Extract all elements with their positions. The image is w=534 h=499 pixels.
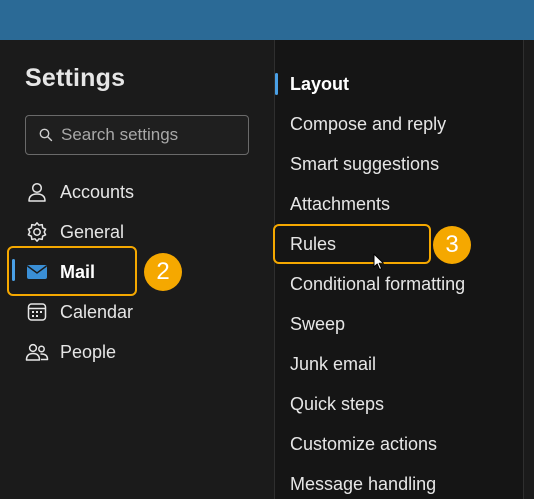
rules-highlight-box [273,224,431,264]
step-badge-3: 3 [433,226,471,264]
nav-item-calendar[interactable]: Calendar [25,298,133,326]
nav-label-people: People [60,341,117,362]
people-icon [25,340,49,364]
step-badge-2: 2 [144,253,182,291]
nav-item-general[interactable]: General [25,218,124,246]
search-icon [39,128,53,142]
nav-label-general: General [60,221,125,242]
subnav-conditional-formatting[interactable]: Conditional formatting [290,270,465,298]
subnav-sweep[interactable]: Sweep [290,310,345,338]
mouse-cursor-icon [373,253,384,270]
search-input[interactable] [61,125,231,145]
subnav-attachments[interactable]: Attachments [290,190,390,218]
subnav-layout[interactable]: Layout [290,70,349,98]
top-bar [0,0,534,40]
subnav-junk-email[interactable]: Junk email [290,350,376,378]
scrollbar-track[interactable] [523,40,534,499]
subnav-customize-actions[interactable]: Customize actions [290,430,437,458]
active-subnav-indicator [275,73,278,95]
subnav-message-handling[interactable]: Message handling [290,470,436,498]
gear-icon [25,220,49,244]
search-settings-box[interactable] [25,115,249,155]
nav-label-calendar: Calendar [60,301,134,322]
subnav-smart-suggestions[interactable]: Smart suggestions [290,150,439,178]
nav-item-people[interactable]: People [25,338,116,366]
person-icon [25,180,49,204]
nav-item-accounts[interactable]: Accounts [25,178,134,206]
nav-label-accounts: Accounts [60,181,135,202]
settings-title: Settings [25,64,126,92]
calendar-icon [25,300,49,324]
subnav-compose-and-reply[interactable]: Compose and reply [290,110,446,138]
mail-highlight-box [7,246,137,296]
subnav-quick-steps[interactable]: Quick steps [290,390,384,418]
